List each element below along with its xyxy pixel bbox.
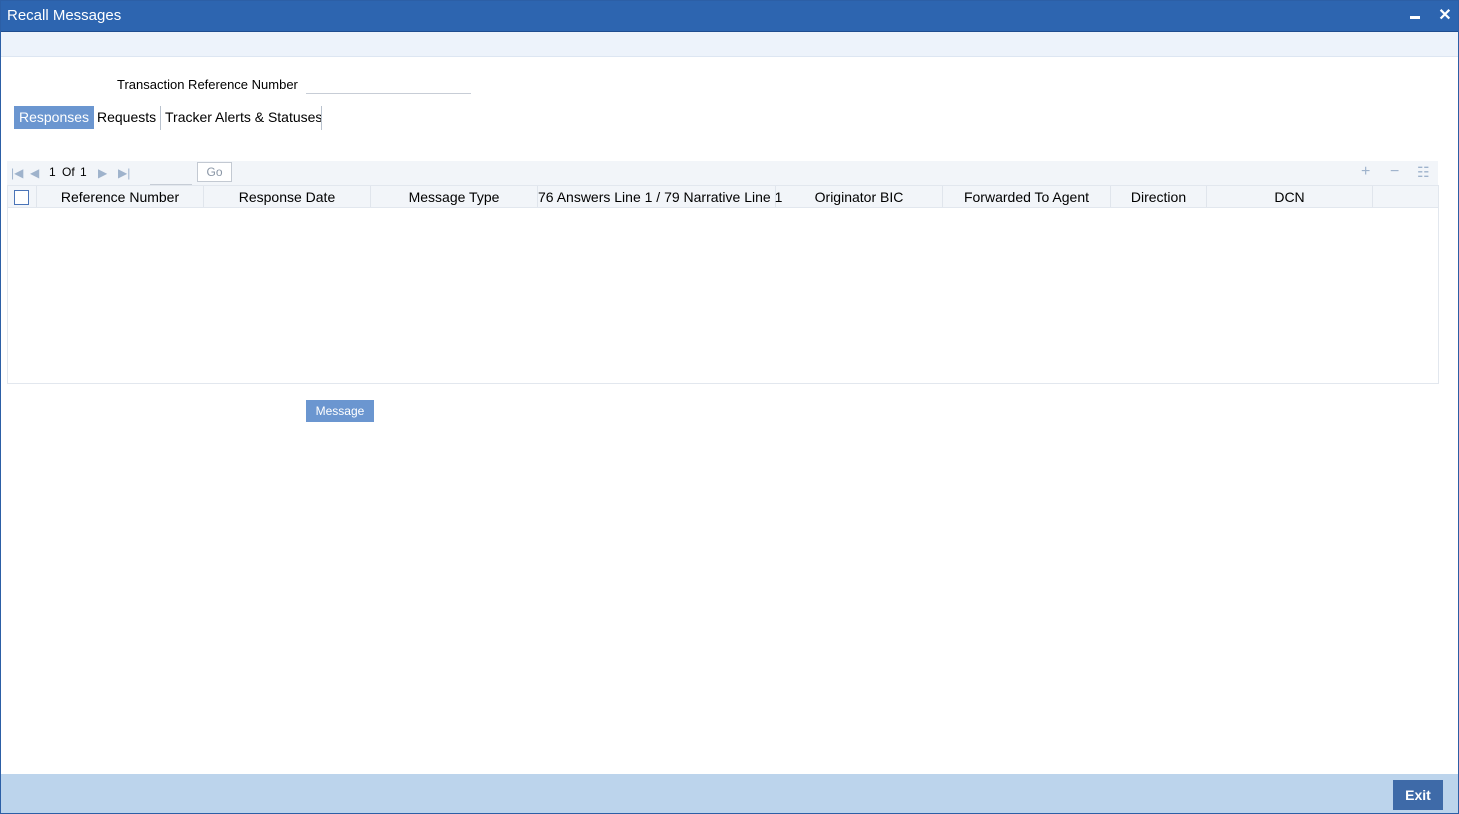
previous-page-icon[interactable]: ◀ — [30, 166, 39, 180]
recall-messages-window: Recall Messages ✕ Transaction Reference … — [0, 0, 1459, 814]
column-header[interactable]: 76 Answers Line 1 / 79 Narrative Line 1 — [538, 186, 782, 207]
footer-bar: Exit — [1, 774, 1458, 813]
column-header[interactable]: Response Date — [204, 186, 371, 207]
column-header[interactable]: Reference Number — [37, 186, 204, 207]
minimize-icon[interactable] — [1404, 5, 1426, 27]
select-all-checkbox[interactable] — [14, 190, 29, 205]
page-number-input[interactable] — [150, 164, 192, 185]
last-page-icon[interactable]: ▶| — [118, 166, 130, 180]
grid-header: Reference Number Response Date Message T… — [8, 186, 1438, 208]
column-settings-icon[interactable]: ☷ — [1417, 164, 1430, 181]
column-header[interactable]: Originator BIC — [776, 186, 943, 207]
pager-of-label: Of — [62, 165, 75, 179]
pager-current: 1 — [49, 165, 56, 179]
go-button[interactable]: Go — [197, 162, 232, 182]
column-header[interactable]: Forwarded To Agent — [943, 186, 1111, 207]
window-title: Recall Messages — [7, 7, 122, 24]
tab-requests[interactable]: Requests — [92, 106, 161, 129]
txn-ref-input[interactable] — [306, 73, 471, 94]
add-row-icon[interactable]: + — [1361, 163, 1370, 181]
column-header[interactable]: DCN — [1207, 186, 1373, 207]
first-page-icon[interactable]: |◀ — [11, 166, 23, 180]
next-page-icon[interactable]: ▶ — [98, 166, 107, 180]
column-header[interactable]: Direction — [1111, 186, 1207, 207]
title-bar: Recall Messages ✕ — [1, 1, 1458, 32]
tab-tracker-alerts[interactable]: Tracker Alerts & Statuses — [160, 106, 327, 129]
grid-toolbar: |◀ ◀ 1 Of 1 ▶ ▶| Go + − ☷ — [7, 161, 1438, 185]
column-header[interactable]: Message Type — [371, 186, 538, 207]
tab-divider — [321, 106, 322, 130]
txn-ref-label: Transaction Reference Number — [117, 77, 298, 92]
responses-grid: Reference Number Response Date Message T… — [7, 185, 1439, 384]
tab-responses[interactable]: Responses — [14, 106, 95, 129]
delete-row-icon[interactable]: − — [1390, 163, 1399, 181]
exit-button[interactable]: Exit — [1393, 780, 1443, 810]
sub-header-bar — [1, 32, 1458, 57]
close-icon[interactable]: ✕ — [1434, 5, 1456, 27]
select-all-cell — [8, 186, 37, 207]
pager-total: 1 — [80, 165, 87, 179]
message-button[interactable]: Message — [306, 400, 374, 422]
